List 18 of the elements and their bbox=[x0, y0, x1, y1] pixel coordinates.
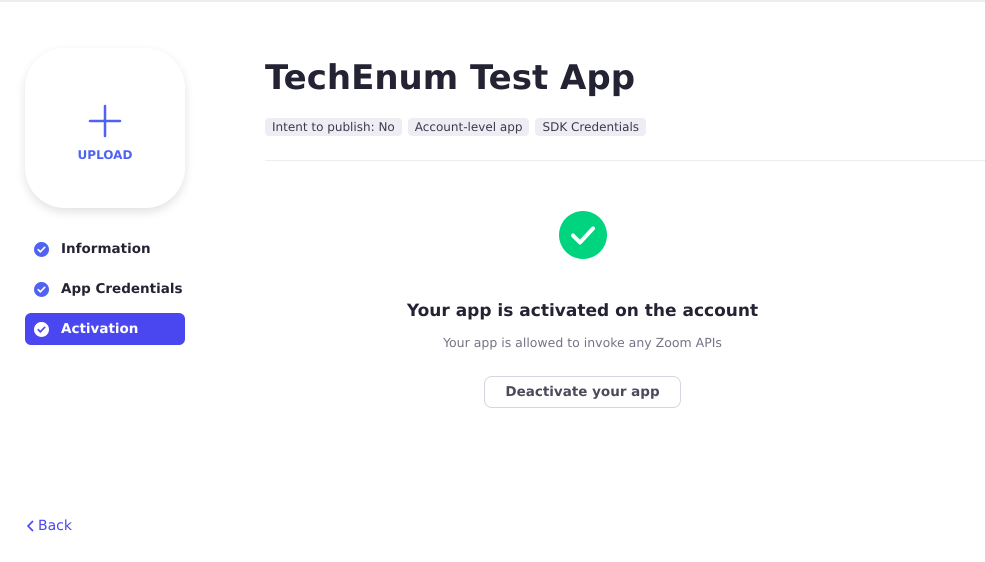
status-description: Your app is allowed to invoke any Zoom APIs bbox=[443, 335, 722, 350]
tag: Account-level app bbox=[408, 118, 530, 136]
upload-button[interactable]: UPLOAD bbox=[25, 48, 185, 208]
app-title: TechEnum Test App bbox=[265, 57, 636, 100]
plus-icon bbox=[88, 104, 122, 138]
check-icon bbox=[34, 282, 49, 296]
chevron-left-icon bbox=[27, 520, 34, 532]
success-check-icon bbox=[558, 211, 606, 259]
back-link[interactable]: Back bbox=[27, 518, 72, 534]
check-icon bbox=[34, 322, 49, 336]
tag: SDK Credentials bbox=[535, 118, 646, 136]
tag: Intent to publish: No bbox=[265, 118, 402, 136]
step-item[interactable]: Activation bbox=[25, 313, 185, 345]
check-icon bbox=[34, 242, 49, 256]
step-item[interactable]: Information bbox=[25, 233, 185, 265]
step-item[interactable]: App Credentials bbox=[25, 273, 185, 305]
status-heading: Your app is activated on the account bbox=[406, 301, 758, 321]
deactivate-button[interactable]: Deactivate your app bbox=[484, 376, 681, 408]
